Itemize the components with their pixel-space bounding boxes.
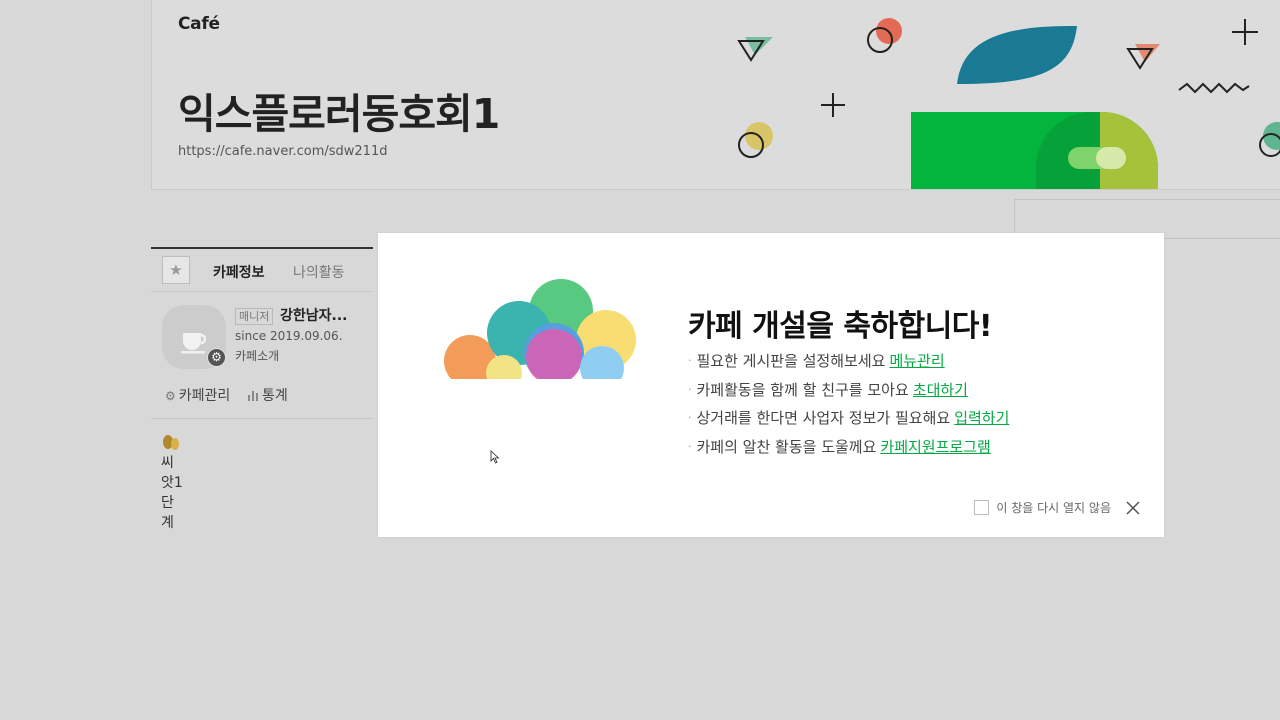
bar-chart-icon bbox=[248, 391, 258, 401]
deco-plus-2 bbox=[1232, 19, 1258, 45]
menu-manage-link[interactable]: 메뉴관리 bbox=[889, 352, 944, 370]
sidebar-tabs: ★ 카페정보 나의활동 bbox=[151, 247, 373, 292]
dont-show-checkbox[interactable] bbox=[974, 500, 990, 515]
stats-link[interactable]: 통계 bbox=[248, 385, 288, 405]
cafe-url[interactable]: https://cafe.naver.com/sdw211d bbox=[178, 144, 387, 159]
cafe-admin-label: 카페관리 bbox=[178, 388, 231, 404]
dont-show-label[interactable]: 이 창을 다시 열지 않음 bbox=[996, 499, 1111, 516]
since-date: since 2019.09.06. bbox=[235, 329, 343, 343]
deco-plus bbox=[821, 93, 845, 117]
cafe-logo[interactable]: Café bbox=[178, 14, 220, 34]
task-text: 상거래를 한다면 사업자 정보가 필요해요 bbox=[696, 409, 951, 427]
dialog-task-list: · 필요한 게시판을 설정해보세요 메뉴관리 · 카페활동을 함께 할 친구를 모아요… bbox=[688, 351, 1009, 465]
task-text: 카페활동을 함께 할 친구를 모아요 bbox=[696, 380, 909, 399]
list-item: · 필요한 게시판을 설정해보세요 메뉴관리 bbox=[688, 352, 945, 370]
cafe-admin-link[interactable]: ⚙ 카페관리 bbox=[165, 385, 230, 405]
watercolor-illustration bbox=[444, 279, 636, 379]
list-item: · 상거래를 한다면 사업자 정보가 필요해요 입력하기 bbox=[688, 409, 1010, 427]
deco-zigzag bbox=[1178, 82, 1250, 94]
settings-gear-icon[interactable]: ⚙ bbox=[207, 348, 226, 367]
dialog-footer: 이 창을 다시 열지 않음 bbox=[974, 499, 1141, 516]
task-text: 카페의 알찬 활동을 도울께요 bbox=[696, 437, 877, 456]
close-icon[interactable] bbox=[1125, 500, 1141, 516]
tab-cafe-info[interactable]: 카페정보 bbox=[213, 262, 265, 282]
seed-icon bbox=[163, 435, 179, 450]
manager-badge: 매니저 bbox=[235, 308, 274, 325]
cafe-intro-link[interactable]: 카페소개 bbox=[235, 347, 279, 364]
business-info-link[interactable]: 입력하기 bbox=[954, 409, 1009, 427]
manager-name[interactable]: 강한남자... bbox=[280, 305, 347, 325]
dialog-title: 카페 개설을 축하합니다! bbox=[688, 309, 993, 344]
tab-my-activity[interactable]: 나의활동 bbox=[293, 262, 345, 282]
welcome-dialog: 카페 개설을 축하합니다! · 필요한 게시판을 설정해보세요 메뉴관리 · 카페활동… bbox=[378, 233, 1164, 537]
deco-pill-light bbox=[1096, 147, 1126, 169]
deco-leaf bbox=[957, 25, 1077, 84]
deco-triangle-red bbox=[1135, 44, 1160, 62]
support-program-link[interactable]: 카페지원프로그램 bbox=[880, 438, 990, 456]
gear-icon: ⚙ bbox=[165, 389, 176, 403]
cafe-title[interactable]: 익스플로러동호회1 bbox=[178, 80, 500, 140]
list-item: · 카페의 알찬 활동을 도울께요 카페지원프로그램 bbox=[688, 437, 991, 456]
list-item: · 카페활동을 함께 할 친구를 모아요 초대하기 bbox=[688, 380, 968, 399]
star-icon[interactable]: ★ bbox=[162, 256, 190, 284]
sidebar: ★ 카페정보 나의활동 ⚙ 매니저 강한남자... since 2019.09.… bbox=[151, 247, 373, 419]
stats-label: 통계 bbox=[262, 388, 288, 404]
invite-link[interactable]: 초대하기 bbox=[913, 381, 968, 399]
task-text: 필요한 게시판을 설정해보세요 bbox=[696, 352, 886, 370]
mouse-cursor-icon bbox=[490, 450, 500, 464]
cafe-header: Café 익스플로러동호회1 https://cafe.naver.com/sd… bbox=[151, 0, 1280, 190]
cafe-level[interactable]: 씨앗1단계 bbox=[161, 433, 184, 532]
cafe-profile: ⚙ 매니저 강한남자... since 2019.09.06. 카페소개 ⚙ 카페… bbox=[151, 292, 373, 419]
cafe-level-label: 씨앗1단계 bbox=[161, 455, 183, 531]
